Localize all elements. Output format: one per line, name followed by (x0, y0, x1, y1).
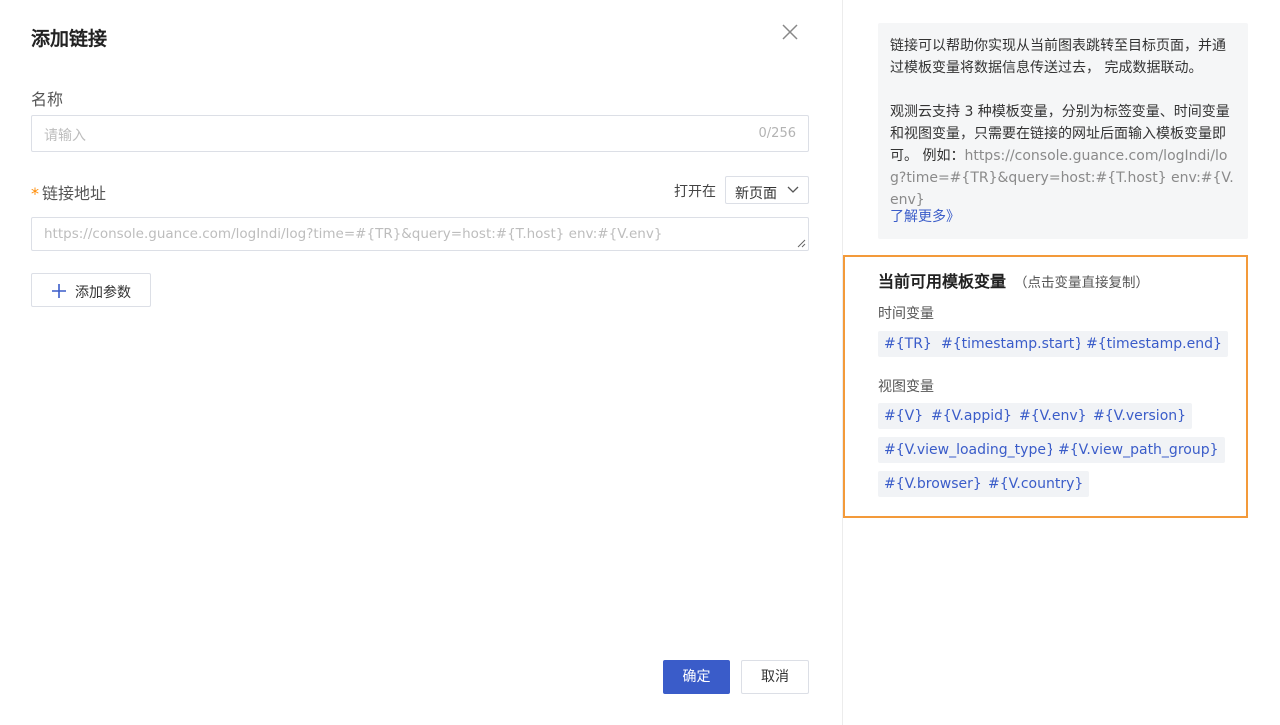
view-variables-label: 视图变量 (878, 379, 934, 395)
open-in-select[interactable]: 新页面 (725, 176, 809, 204)
open-in-value: 新页面 (735, 186, 777, 202)
template-variables-box: 当前可用模板变量 （点击变量直接复制） 时间变量 #{TR} #{timestam… (843, 255, 1248, 518)
url-placeholder: https://console.guance.com/logIndi/log?t… (44, 226, 663, 242)
required-mark: * (31, 184, 39, 203)
url-label-row: * 链接地址 (31, 180, 106, 204)
resize-handle-icon[interactable] (797, 239, 806, 248)
time-variable-tag[interactable]: #{TR} (878, 331, 938, 357)
view-variable-tag[interactable]: #{V.env} (1013, 403, 1093, 429)
open-in-label: 打开在 (674, 184, 716, 200)
chevron-down-icon (787, 186, 799, 193)
view-variable-tag[interactable]: #{V.country} (982, 471, 1090, 497)
time-variables-label: 时间变量 (878, 306, 934, 322)
help-box: 链接可以帮助你实现从当前图表跳转至目标页面，并通过模板变量将数据信息传送过去， … (878, 23, 1248, 239)
confirm-button[interactable]: 确定 (663, 660, 730, 694)
variables-heading: 当前可用模板变量 （点击变量直接复制） (878, 268, 1149, 292)
plus-icon (52, 284, 66, 298)
dialog-title: 添加链接 (31, 28, 108, 50)
time-variable-tag[interactable]: #{timestamp.start} (935, 331, 1090, 357)
add-param-label: 添加参数 (75, 285, 131, 301)
name-input[interactable]: 请输入 0/256 (31, 115, 809, 152)
name-placeholder: 请输入 (44, 128, 86, 144)
view-variable-tag[interactable]: #{V.view_path_group} (1052, 437, 1225, 463)
close-icon[interactable] (780, 22, 800, 42)
add-param-button[interactable]: 添加参数 (31, 273, 151, 307)
learn-more-link[interactable]: 了解更多》 (890, 206, 960, 226)
help-variables-text: 观测云支持 3 种模板变量，分别为标签变量、时间变量和视图变量，只需要在链接的网… (890, 101, 1235, 211)
view-variable-tag[interactable]: #{V} (878, 403, 930, 429)
url-label: 链接地址 (42, 184, 107, 203)
view-variable-tag[interactable]: #{V.browser} (878, 471, 988, 497)
view-variable-tag[interactable]: #{V.view_loading_type} (878, 437, 1061, 463)
help-intro: 链接可以帮助你实现从当前图表跳转至目标页面，并通过模板变量将数据信息传送过去， … (890, 38, 1226, 76)
cancel-button[interactable]: 取消 (741, 660, 809, 694)
add-link-dialog: 添加链接 名称 请输入 0/256 * 链接地址 打开在 新页面 https://… (0, 0, 842, 725)
name-char-counter: 0/256 (758, 126, 796, 141)
name-label: 名称 (31, 90, 64, 109)
variables-hint: （点击变量直接复制） (1014, 275, 1150, 291)
view-variable-tag[interactable]: #{V.version} (1087, 403, 1193, 429)
help-panel: 链接可以帮助你实现从当前图表跳转至目标页面，并通过模板变量将数据信息传送过去， … (843, 0, 1280, 725)
url-textarea[interactable]: https://console.guance.com/logIndi/log?t… (31, 217, 809, 251)
variables-title: 当前可用模板变量 (878, 272, 1007, 291)
time-variable-tag[interactable]: #{timestamp.end} (1080, 331, 1228, 357)
view-variable-tag[interactable]: #{V.appid} (925, 403, 1018, 429)
